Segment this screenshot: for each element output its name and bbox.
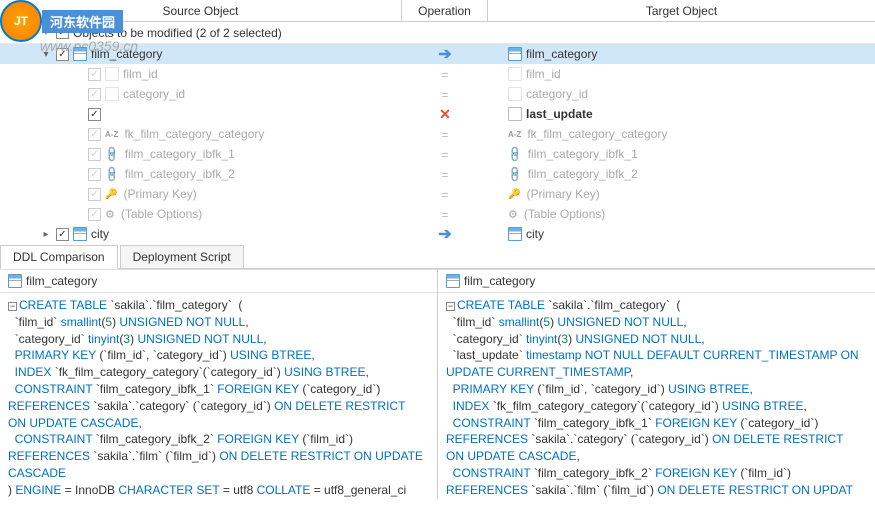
column-icon [105, 87, 119, 101]
operation-cell: ➔ [402, 44, 488, 64]
table-icon [508, 47, 522, 61]
column-icon [508, 107, 522, 121]
logo-text: 河东软件园 [42, 10, 123, 33]
source-label: city [91, 227, 109, 241]
row-checkbox [88, 128, 101, 141]
target-label: (Table Options) [524, 207, 605, 221]
ddl-right-title: film_category [464, 274, 535, 288]
row-checkbox[interactable] [88, 108, 101, 121]
ddl-left-pane: film_category −CREATE TABLE `sakila`.`fi… [0, 270, 437, 499]
table-icon [73, 227, 87, 241]
target-label: film_category_ibfk_2 [528, 167, 638, 181]
source-label: film_category_ibfk_2 [125, 167, 235, 181]
source-label: fk_film_category_category [124, 127, 264, 141]
ddl-right-pane: film_category −CREATE TABLE `sakila`.`fi… [437, 270, 875, 499]
tab-deployment-script[interactable]: Deployment Script [120, 245, 244, 268]
options-icon: ⚙ [105, 208, 115, 221]
tree-row[interactable]: ⚙ (Table Options) = ⚙ (Table Options) [0, 204, 875, 224]
foreign-key-icon: 🔗 [102, 145, 121, 164]
column-icon [508, 87, 522, 101]
row-checkbox [88, 88, 101, 101]
operation-cell: = [402, 126, 488, 142]
source-label: film_category_ibfk_1 [125, 147, 235, 161]
operation-cell: ✕ [402, 106, 488, 123]
row-checkbox [88, 208, 101, 221]
tree-row[interactable]: ✕ last_update [0, 104, 875, 124]
source-label: film_id [123, 67, 158, 81]
operation-cell: = [402, 86, 488, 102]
index-icon: A-Z [508, 130, 521, 139]
target-label: fk_film_category_category [527, 127, 667, 141]
source-label: category_id [123, 87, 185, 101]
tab-ddl-comparison[interactable]: DDL Comparison [0, 245, 118, 269]
operation-cell: = [402, 206, 488, 222]
index-icon: A-Z [105, 130, 118, 139]
fold-icon[interactable]: − [8, 302, 17, 311]
foreign-key-icon: 🔗 [505, 145, 524, 164]
operation-cell: = [402, 146, 488, 162]
target-label: city [526, 227, 544, 241]
column-icon [508, 67, 522, 81]
column-header-row: Source Object Operation Target Object [0, 0, 875, 22]
operation-cell: = [402, 166, 488, 182]
source-label: (Primary Key) [123, 187, 196, 201]
foreign-key-icon: 🔗 [505, 165, 524, 184]
foreign-key-icon: 🔗 [102, 165, 121, 184]
fold-icon[interactable]: − [446, 302, 455, 311]
target-label: category_id [526, 87, 588, 101]
target-label: film_category_ibfk_1 [528, 147, 638, 161]
target-label: last_update [526, 107, 593, 121]
col-header-operation[interactable]: Operation [402, 0, 488, 21]
target-label: film_id [526, 67, 561, 81]
tree-row[interactable]: ▸ city ➔ city [0, 224, 875, 244]
tree-row[interactable]: A-Z fk_film_category_category = A-Z fk_f… [0, 124, 875, 144]
source-label: (Table Options) [121, 207, 202, 221]
column-icon [105, 67, 119, 81]
target-label: (Primary Key) [526, 187, 599, 201]
options-icon: ⚙ [508, 208, 518, 221]
tree-row[interactable]: 🔗 film_category_ibfk_1 = 🔗 film_category… [0, 144, 875, 164]
table-icon [446, 274, 460, 288]
site-watermark: JT 河东软件园 [0, 0, 123, 42]
expand-icon[interactable]: ▸ [40, 228, 52, 240]
table-icon [8, 274, 22, 288]
primary-key-icon: 🔑 [105, 189, 117, 200]
ddl-left-body[interactable]: −CREATE TABLE `sakila`.`film_category` (… [0, 293, 437, 499]
table-icon [73, 47, 87, 61]
tree-row[interactable]: 🔑 (Primary Key) = 🔑 (Primary Key) [0, 184, 875, 204]
primary-key-icon: 🔑 [508, 189, 520, 200]
tree-row[interactable]: 🔗 film_category_ibfk_2 = 🔗 film_category… [0, 164, 875, 184]
tree-row[interactable]: category_id = category_id [0, 84, 875, 104]
row-checkbox[interactable] [56, 228, 69, 241]
ddl-left-title: film_category [26, 274, 97, 288]
operation-cell: ➔ [402, 224, 488, 244]
row-checkbox [88, 148, 101, 161]
tree-row[interactable]: film_id = film_id [0, 64, 875, 84]
logo-icon: JT [0, 0, 42, 42]
table-icon [508, 227, 522, 241]
row-checkbox [88, 188, 101, 201]
operation-cell: = [402, 186, 488, 202]
row-checkbox [88, 168, 101, 181]
row-checkbox [88, 68, 101, 81]
tabs-bar: DDL Comparison Deployment Script [0, 245, 875, 269]
ddl-right-body[interactable]: −CREATE TABLE `sakila`.`film_category` (… [438, 293, 875, 499]
col-header-target[interactable]: Target Object [488, 0, 875, 21]
operation-cell: = [402, 66, 488, 82]
target-label: film_category [526, 47, 597, 61]
